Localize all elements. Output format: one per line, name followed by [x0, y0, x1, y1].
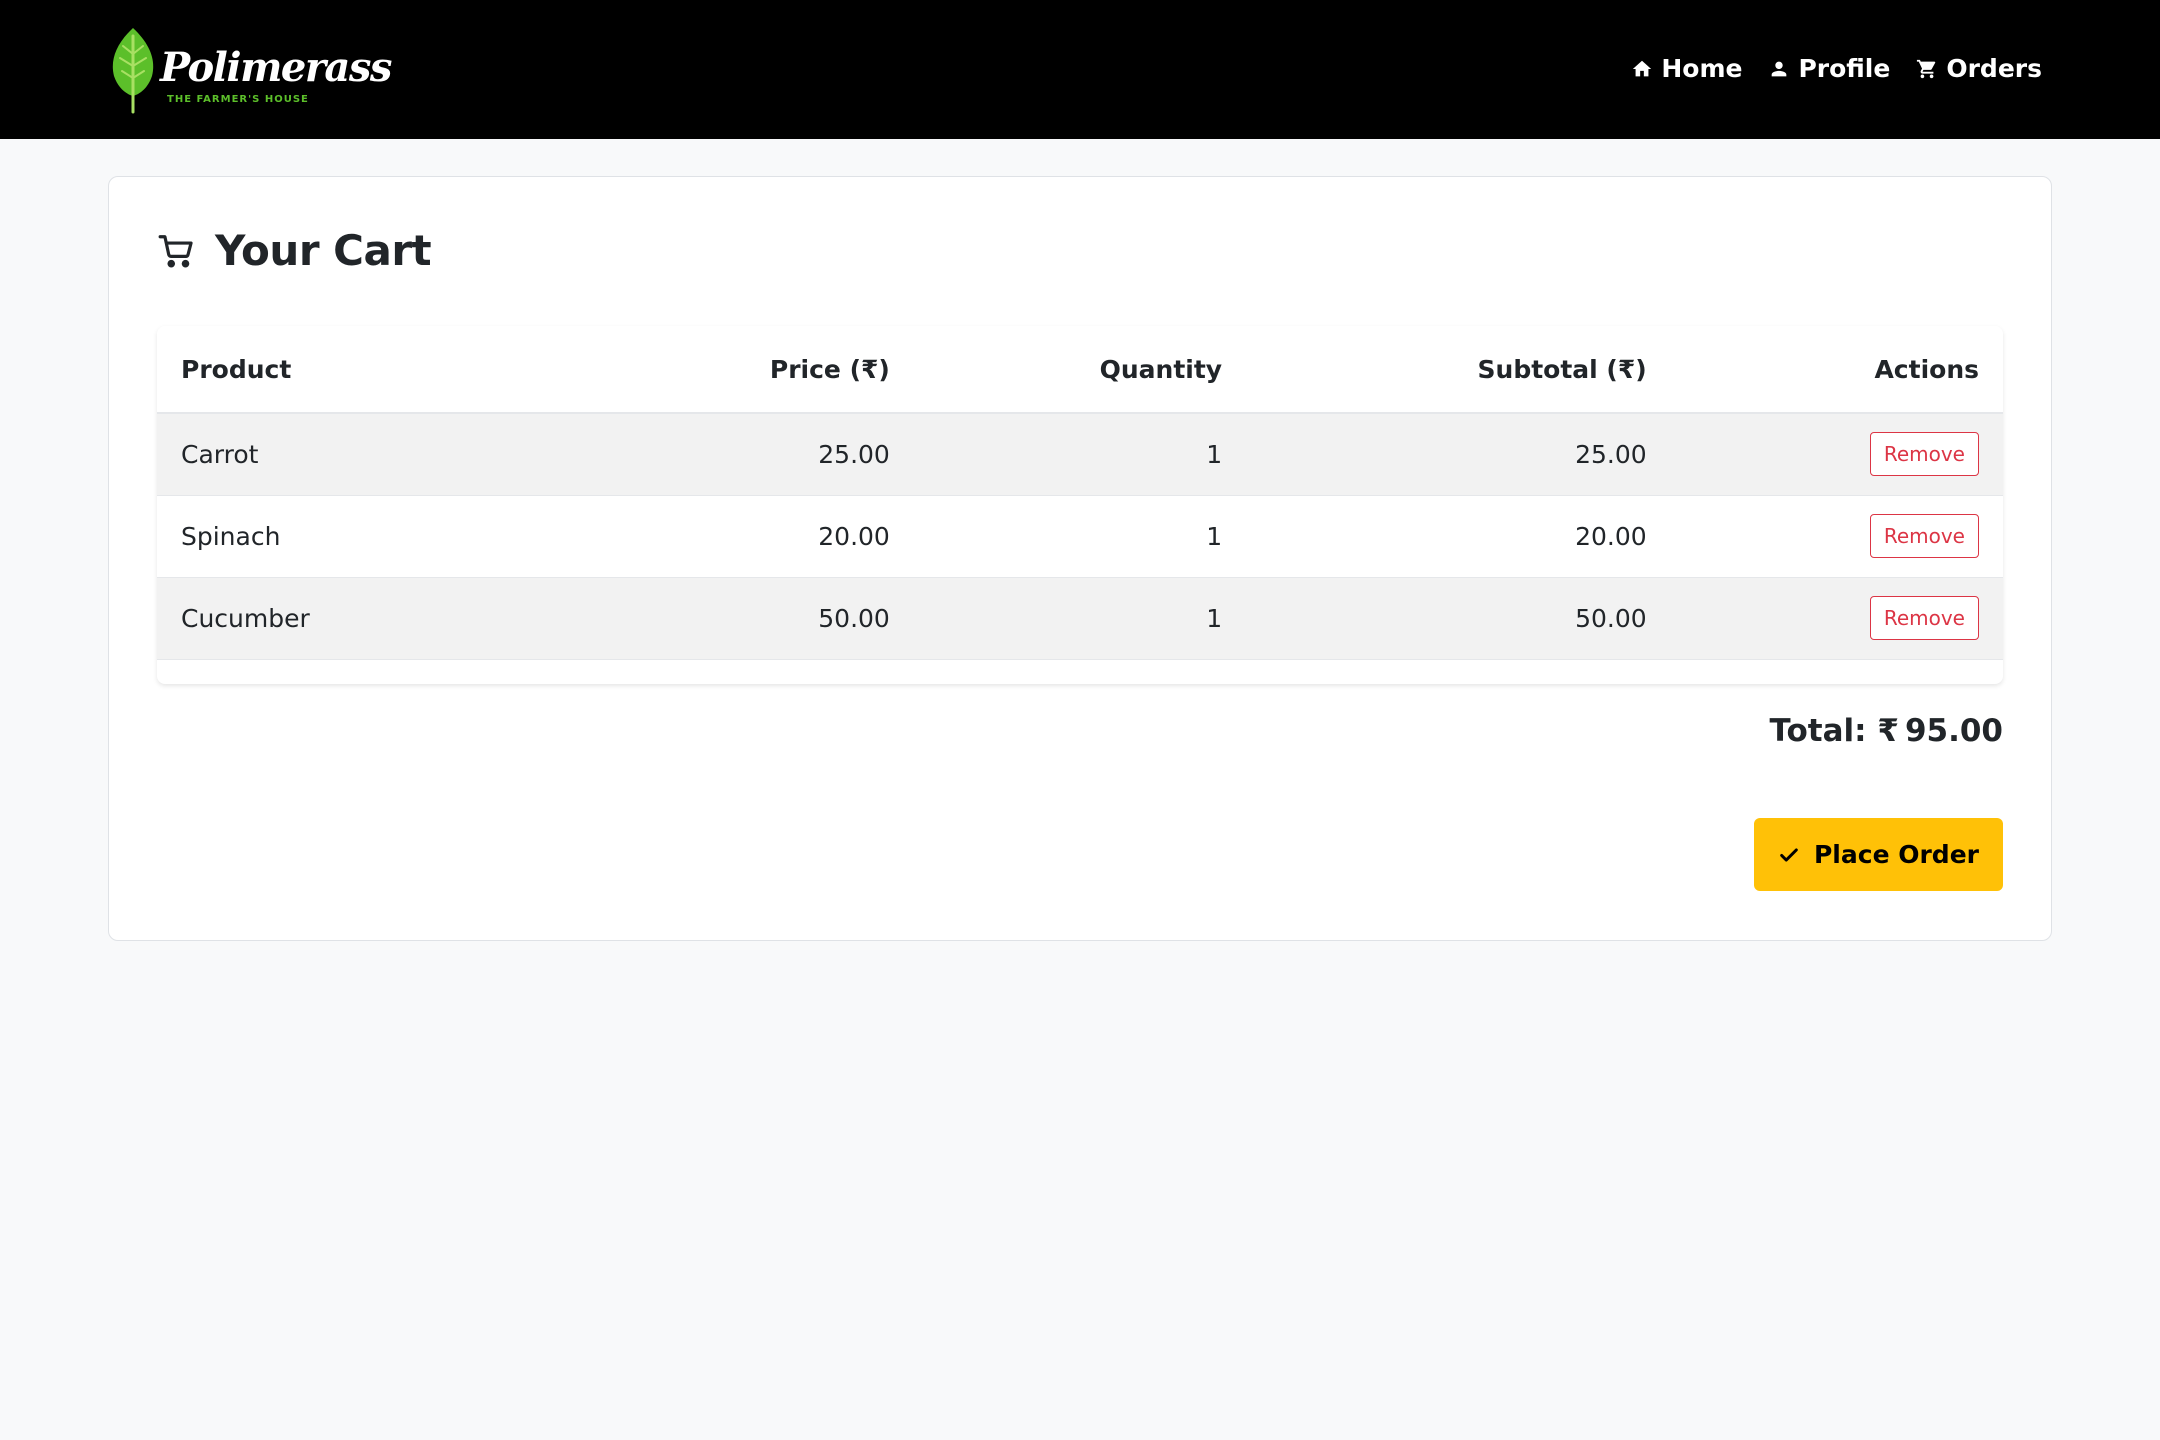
cart-table: Product Price (₹) Quantity Subtotal (₹) … [157, 326, 2003, 660]
cart-heading: Your Cart [157, 226, 432, 275]
column-header-price: Price (₹) [581, 326, 914, 414]
place-order-button[interactable]: Place Order [1754, 818, 2003, 891]
column-header-product: Product [157, 326, 582, 414]
table-header-row: Product Price (₹) Quantity Subtotal (₹) … [157, 326, 2003, 414]
leaf-icon [112, 28, 154, 114]
cell-price: 50.00 [818, 603, 890, 633]
nav-home-link[interactable]: Home [1631, 54, 1742, 83]
navbar: Polimerass THE FARMER'S HOUSE Home Profi… [0, 0, 2160, 139]
cell-actions: Remove [1671, 577, 2003, 659]
cart-table-container: Product Price (₹) Quantity Subtotal (₹) … [157, 326, 2003, 684]
cell-subtotal: 50.00 [1575, 603, 1647, 633]
nav-profile-link[interactable]: Profile [1768, 54, 1890, 83]
table-row: Cucumber 50.00 1 50.00 Remove [157, 577, 2003, 659]
nav-orders-label: Orders [1946, 54, 2042, 83]
table-row: Spinach 20.00 1 20.00 Remove [157, 495, 2003, 577]
cell-price: 20.00 [818, 521, 890, 551]
check-icon [1780, 847, 1798, 862]
cell-subtotal: 20.00 [1575, 521, 1647, 551]
cart-total: Total: ₹95.00 [1769, 713, 2003, 749]
page-title: Your Cart [215, 226, 432, 275]
cell-product: Cucumber [181, 603, 310, 633]
cell-price: 25.00 [818, 439, 890, 469]
home-icon [1633, 60, 1652, 76]
brand-tagline: THE FARMER'S HOUSE [167, 94, 309, 105]
cart-card: Your Cart Product Price (₹) Quantity Sub… [108, 176, 2052, 941]
cart-icon [158, 234, 193, 267]
brand-logo[interactable]: Polimerass THE FARMER'S HOUSE [108, 26, 392, 116]
cell-quantity: 1 [1206, 521, 1223, 551]
column-header-actions: Actions [1670, 326, 2003, 414]
nav-home-label: Home [1661, 54, 1743, 83]
cell-product: Spinach [181, 521, 281, 551]
nav-links: Home Profile Orders [1631, 54, 2042, 83]
cart-icon [1917, 59, 1936, 78]
column-header-subtotal: Subtotal (₹) [1246, 326, 1671, 414]
total-label: Total: ₹ [1769, 713, 1899, 749]
remove-button[interactable]: Remove [1869, 596, 1979, 640]
remove-button[interactable]: Remove [1869, 432, 1979, 477]
cell-actions: Remove [1671, 495, 2003, 577]
column-header-quantity: Quantity [913, 326, 1247, 414]
nav-profile-label: Profile [1798, 54, 1891, 83]
cell-product: Carrot [181, 439, 259, 469]
remove-button[interactable]: Remove [1869, 514, 1979, 558]
cell-quantity: 1 [1206, 439, 1223, 469]
total-value: 95.00 [1904, 713, 2003, 749]
cell-actions: Remove [1671, 413, 2003, 495]
cell-subtotal: 25.00 [1575, 439, 1647, 469]
cell-quantity: 1 [1206, 603, 1223, 633]
user-icon [1772, 61, 1787, 76]
brand-name: Polimerass [160, 44, 392, 91]
nav-orders-link[interactable]: Orders [1916, 54, 2042, 83]
place-order-label: Place Order [1813, 840, 1979, 869]
table-row: Carrot 25.00 1 25.00 Remove [157, 413, 2003, 495]
